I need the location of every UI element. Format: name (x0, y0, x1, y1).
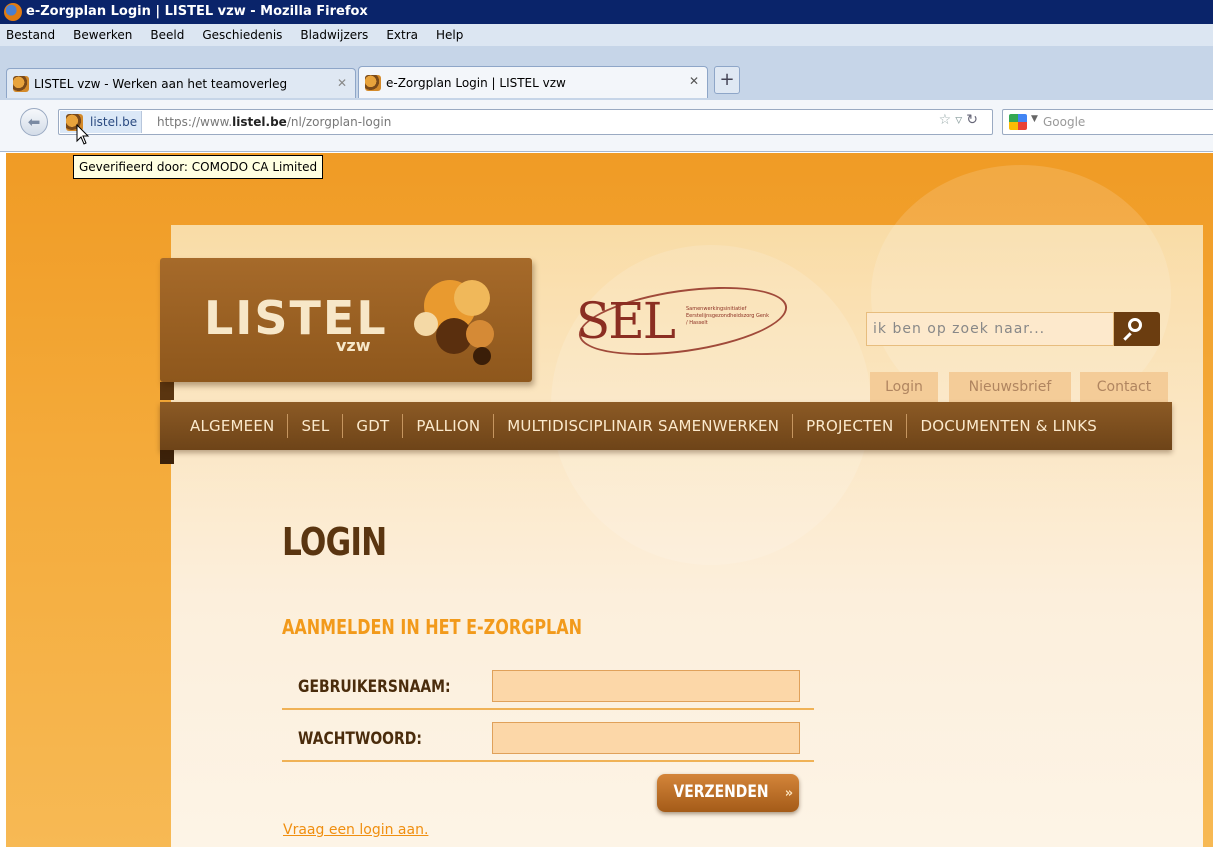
google-icon[interactable] (1009, 114, 1027, 130)
bookmark-star-icon[interactable]: ☆ (939, 112, 956, 128)
nav-algemeen[interactable]: ALGEMEEN (190, 417, 274, 435)
nav-ribbon-fold (160, 450, 174, 464)
toplink-contact[interactable]: Contact (1080, 372, 1168, 402)
toplink-login[interactable]: Login (870, 372, 938, 402)
password-field[interactable] (492, 722, 800, 754)
close-tab-icon[interactable]: ✕ (337, 76, 347, 90)
listel-dots-icon (414, 280, 494, 365)
site-identity-button[interactable]: listel.be (60, 111, 143, 133)
url-actions: ☆▿↻ (939, 112, 982, 128)
nav-divider (342, 414, 344, 438)
identity-label: listel.be (90, 115, 138, 129)
menu-bar: Bestand Bewerken Beeld Geschiedenis Blad… (0, 24, 1213, 46)
reload-icon[interactable]: ↻ (966, 112, 982, 128)
submit-arrow-icon: » (784, 786, 794, 801)
login-subtitle: AANMELDEN IN HET E-ZORGPLAN (282, 615, 583, 639)
nav-divider (493, 414, 495, 438)
tab-strip: LISTEL vzw - Werken aan het teamoverleg … (0, 46, 1213, 100)
window-titlebar: e-Zorgplan Login | LISTEL vzw - Mozilla … (0, 0, 1213, 24)
main-navigation: ALGEMEEN SEL GDT PALLION MULTIDISCIPLINA… (160, 402, 1172, 450)
logo-ribbon-fold (160, 382, 174, 400)
menu-bestand[interactable]: Bestand (6, 28, 55, 42)
password-row: WACHTWOORD: (282, 718, 814, 762)
identity-tooltip: Geverifieerd door: COMODO CA Limited (73, 155, 324, 179)
nav-divider (287, 414, 289, 438)
site-search-input[interactable]: ik ben op zoek naar... (866, 312, 1114, 346)
mouse-cursor-icon (76, 124, 90, 145)
url-text[interactable]: https://www.listel.be/nl/zorgplan-login (157, 110, 391, 134)
menu-bewerken[interactable]: Bewerken (73, 28, 132, 42)
nav-divider (906, 414, 908, 438)
site-search-button[interactable] (1114, 312, 1160, 346)
back-button[interactable]: ⬅ (20, 108, 48, 136)
page-title: LOGIN (282, 520, 387, 564)
nav-projecten[interactable]: PROJECTEN (806, 417, 893, 435)
url-bar[interactable]: listel.be https://www.listel.be/nl/zorgp… (58, 109, 993, 135)
sel-text: SEL (576, 292, 676, 350)
submit-button[interactable]: VERZENDEN » (657, 774, 799, 812)
back-arrow-icon: ⬅ (27, 113, 41, 131)
menu-bladwijzers[interactable]: Bladwijzers (300, 28, 368, 42)
history-dropdown-icon[interactable]: ▿ (955, 112, 966, 128)
toplink-nieuwsbrief[interactable]: Nieuwsbrief (949, 372, 1071, 402)
navigation-toolbar: ⬅ listel.be https://www.listel.be/nl/zor… (0, 100, 1213, 152)
logo-subtext: vzw (336, 336, 371, 355)
sel-tagline: Samenwerkingsinitiatief Eerstelijnsgezon… (686, 306, 769, 326)
new-tab-button[interactable]: + (714, 66, 740, 94)
window-title: e-Zorgplan Login | LISTEL vzw - Mozilla … (26, 4, 368, 19)
menu-geschiedenis[interactable]: Geschiedenis (202, 28, 282, 42)
listel-favicon-icon (365, 74, 381, 91)
nav-gdt[interactable]: GDT (356, 417, 389, 435)
submit-label: VERZENDEN (673, 782, 769, 802)
request-login-link[interactable]: Vraag een login aan. (283, 822, 428, 838)
close-tab-icon[interactable]: ✕ (689, 74, 699, 88)
username-label: GEBRUIKERSNAAM: (298, 677, 451, 697)
username-row: GEBRUIKERSNAAM: (282, 666, 814, 710)
engine-dropdown-icon[interactable]: ▼ (1031, 114, 1038, 124)
tab-label: e-Zorgplan Login | LISTEL vzw (386, 75, 566, 90)
site-search-placeholder: ik ben op zoek naar... (873, 321, 1046, 337)
nav-sel[interactable]: SEL (301, 417, 329, 435)
menu-beeld[interactable]: Beeld (150, 28, 184, 42)
listel-favicon-icon (13, 75, 29, 92)
nav-divider (792, 414, 794, 438)
tab-teamoverleg[interactable]: LISTEL vzw - Werken aan het teamoverleg … (6, 68, 356, 98)
search-engine-label: Google (1043, 115, 1086, 129)
firefox-icon (4, 3, 22, 21)
listel-logo[interactable]: LISTEL vzw (160, 258, 532, 382)
url-path: /nl/zorgplan-login (286, 115, 392, 129)
tab-ezorgplan-login[interactable]: e-Zorgplan Login | LISTEL vzw ✕ (358, 66, 708, 98)
password-label: WACHTWOORD: (298, 729, 422, 749)
url-prefix: https://www. (157, 115, 233, 129)
tab-label: LISTEL vzw - Werken aan het teamoverleg (34, 76, 288, 91)
sel-logo[interactable]: SEL Samenwerkingsinitiatief Eerstelijnsg… (572, 275, 792, 367)
url-domain: listel.be (232, 115, 287, 129)
menu-help[interactable]: Help (436, 28, 463, 42)
nav-multidisciplinair[interactable]: MULTIDISCIPLINAIR SAMENWERKEN (507, 417, 779, 435)
search-icon (1128, 318, 1142, 332)
nav-divider (402, 414, 404, 438)
username-field[interactable] (492, 670, 800, 702)
menu-extra[interactable]: Extra (386, 28, 418, 42)
nav-pallion[interactable]: PALLION (416, 417, 480, 435)
browser-search-bar[interactable]: ▼ Google (1002, 109, 1213, 135)
nav-documenten-links[interactable]: DOCUMENTEN & LINKS (920, 417, 1097, 435)
